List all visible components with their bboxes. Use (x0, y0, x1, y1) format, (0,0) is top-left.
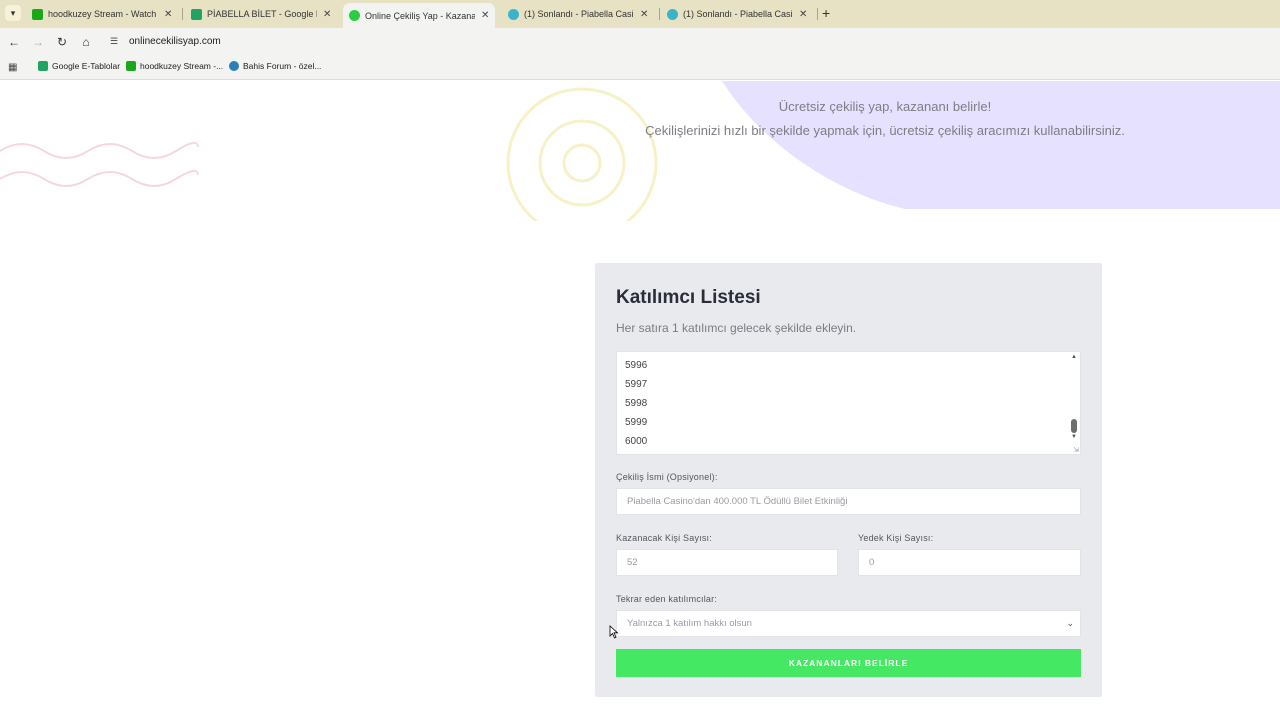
tab-title: PİABELLA BİLET - Google E-Tablolar (207, 9, 317, 19)
hero-text: Ücretsiz çekiliş yap, kazananı belirle! … (560, 95, 1210, 143)
forward-arrow-icon[interactable]: → (30, 34, 46, 50)
clover-favicon-icon (349, 10, 360, 21)
bookmark-label: Google E-Tablolar (52, 61, 121, 71)
sheets-favicon-icon (191, 8, 202, 20)
tab-sonlandi-2[interactable]: (1) Sonlandı - Piabella Casino'da ✕ (661, 3, 813, 25)
page-content: Ücretsiz çekiliş yap, kazananı belirle! … (0, 81, 1280, 720)
new-tab-plus-icon[interactable]: + (822, 5, 830, 21)
draw-name-label: Çekiliş İsmi (Opsiyonel): (616, 472, 718, 482)
tab-title: (1) Sonlandı - Piabella Casino'da (683, 9, 793, 19)
participant-line: 5996 (625, 360, 648, 371)
chevron-down-icon: ⌄ (1066, 618, 1074, 628)
forum-favicon-icon (667, 8, 678, 20)
tab-title: Online Çekiliş Yap - Kazananı Belirle (365, 10, 475, 21)
tab-hoodkuzey-stream[interactable]: hoodkuzey Stream - Watch Live ✕ (26, 3, 178, 25)
home-icon[interactable]: ⌂ (78, 34, 94, 50)
participant-line: 5999 (625, 417, 648, 428)
address-bar[interactable]: onlinecekilisyap.com (129, 36, 221, 47)
back-arrow-icon[interactable]: ← (6, 34, 22, 50)
repeat-participants-label: Tekrar eden katılımcılar: (616, 594, 718, 604)
bookmark-google-sheets[interactable]: Google E-Tablolar (38, 61, 120, 71)
kick-favicon-icon (126, 61, 136, 71)
forum-favicon-icon (508, 8, 519, 20)
tab-divider (659, 8, 660, 20)
bookmarks-bar: ▦ Google E-Tablolar hoodkuzey Stream -..… (0, 56, 1280, 80)
participant-line: 5997 (625, 379, 648, 390)
tab-strip: ▾ hoodkuzey Stream - Watch Live ✕ PİABEL… (0, 0, 1280, 28)
site-info-tune-icon[interactable]: ☰ (110, 36, 122, 48)
textarea-scrollbar[interactable]: ▲ ▼ (1070, 354, 1078, 448)
tab-title: (1) Sonlandı - Piabella Casino'da (524, 9, 634, 19)
draw-name-input[interactable]: Piabella Casino'dan 400.000 TL Ödüllü Bi… (616, 488, 1081, 515)
scrollbar-thumb[interactable] (1071, 419, 1077, 433)
participant-line: 5998 (625, 398, 648, 409)
hero-tagline: Ücretsiz çekiliş yap, kazananı belirle! (778, 99, 992, 114)
repeat-participants-value: Yalnızca 1 katılım hakkı olsun (627, 618, 752, 629)
bookmark-hoodkuzey[interactable]: hoodkuzey Stream -... (126, 61, 223, 71)
participants-textarea[interactable]: 5996 5997 5998 5999 6000 ▲ ▼ ⇲ (616, 351, 1081, 455)
tab-divider (182, 8, 183, 20)
tab-sonlandi-1[interactable]: (1) Sonlandı - Piabella Casino'da ✕ (502, 3, 654, 25)
form-title: Katılımcı Listesi (616, 287, 761, 308)
tab-title: hoodkuzey Stream - Watch Live (48, 9, 158, 19)
close-tab-icon[interactable]: ✕ (323, 9, 331, 20)
forum-favicon-icon (229, 61, 239, 71)
close-tab-icon[interactable]: ✕ (481, 10, 489, 21)
resize-handle-icon[interactable]: ⇲ (1073, 446, 1079, 454)
bookmark-bahis-forum[interactable]: Bahis Forum - özel... (229, 61, 321, 71)
hero-description: Çekilişlerinizi hızlı bir şekilde yapmak… (645, 123, 1125, 138)
apps-grid-icon[interactable]: ▦ (8, 62, 17, 73)
scroll-down-arrow-icon[interactable]: ▼ (1070, 434, 1078, 440)
browser-toolbar: ← → ↻ ⌂ ☰ onlinecekilisyap.com (0, 28, 1280, 56)
winners-count-input[interactable]: 52 (616, 549, 838, 576)
repeat-participants-select[interactable]: Yalnızca 1 katılım hakkı olsun ⌄ (616, 610, 1081, 637)
form-subtitle: Her satıra 1 katılımcı gelecek şekilde e… (616, 321, 857, 335)
reload-icon[interactable]: ↻ (54, 34, 70, 50)
tab-search-chevron-icon[interactable]: ▾ (5, 5, 21, 21)
mouse-pointer-icon (609, 625, 619, 639)
scroll-up-arrow-icon[interactable]: ▲ (1070, 354, 1078, 360)
backup-count-label: Yedek Kişi Sayısı: (858, 533, 934, 543)
close-tab-icon[interactable]: ✕ (164, 9, 172, 20)
tab-online-cekilis[interactable]: Online Çekiliş Yap - Kazananı Belirle ✕ (343, 3, 496, 28)
tab-piabella-bilet[interactable]: PİABELLA BİLET - Google E-Tablolar ✕ (185, 3, 337, 25)
close-tab-icon[interactable]: ✕ (799, 9, 807, 20)
winners-count-label: Kazanacak Kişi Sayısı: (616, 533, 712, 543)
participant-line: 6000 (625, 436, 648, 447)
sheets-favicon-icon (38, 61, 48, 71)
hero-wave-decoration (0, 141, 199, 187)
tab-divider (817, 8, 818, 20)
bookmark-label: Bahis Forum - özel... (243, 61, 322, 71)
participant-form-card: Katılımcı Listesi Her satıra 1 katılımcı… (595, 263, 1102, 697)
bookmark-label: hoodkuzey Stream -... (140, 61, 224, 71)
kick-favicon-icon (32, 8, 43, 20)
backup-count-input[interactable]: 0 (858, 549, 1081, 576)
determine-winners-button[interactable]: KAZANANLARI BELİRLE (616, 649, 1081, 677)
close-tab-icon[interactable]: ✕ (640, 9, 648, 20)
